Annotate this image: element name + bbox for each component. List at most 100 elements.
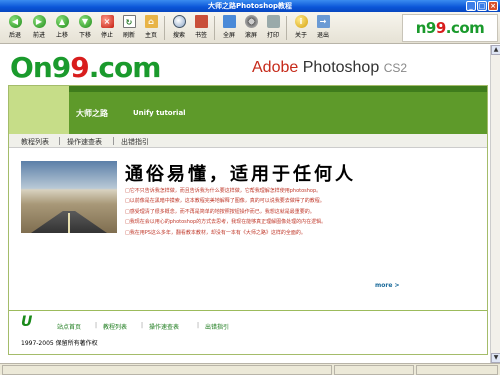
brand-logo[interactable]: n99.com: [402, 14, 498, 42]
about-button[interactable]: i 关于: [290, 14, 312, 42]
refresh-label: 刷新: [122, 32, 135, 39]
up-button[interactable]: ▲ 上移: [51, 14, 73, 42]
fullscreen-icon: [222, 15, 236, 28]
copyright: 1997-2005 保留所有著作权: [21, 340, 98, 347]
window-title: 大师之路Photoshop教程: [207, 2, 293, 10]
home-button[interactable]: ⌂ 主页: [140, 14, 162, 42]
cs2-word: CS2: [383, 61, 408, 75]
footer-separator: |: [95, 322, 98, 329]
back-button[interactable]: ◀ 后退: [4, 14, 26, 42]
banner: On99.com Adobe Photoshop CS2: [0, 45, 490, 89]
close-button[interactable]: ×: [488, 1, 498, 11]
refresh-button[interactable]: ↻ 刷新: [118, 14, 140, 42]
more-link[interactable]: more >: [375, 282, 400, 289]
scroll-icon: [244, 15, 258, 28]
testimonial-list: □它不只告诉我怎样做，而且告诉我为什么要这样做，它帮我理解怎样使用photosh…: [125, 186, 425, 238]
up-label: 上移: [55, 32, 68, 39]
forward-label: 前进: [32, 32, 45, 39]
minimize-button[interactable]: _: [466, 1, 476, 11]
status-cell-main: [2, 365, 332, 375]
fullscreen-button[interactable]: 全屏: [218, 14, 240, 42]
toolbar: ◀ 后退 ▶ 前进 ▲ 上移 ▼ 下移 × 停止 ↻ 刷新 ⌂ 主页 搜索 书签…: [0, 12, 500, 44]
down-button[interactable]: ▼ 下移: [74, 14, 96, 42]
home-label: 主页: [144, 32, 157, 39]
printer-icon: [266, 15, 280, 28]
footer: U 站点首页 | 教程列表 | 操作速查表 | 出错指引 1997-2005 保…: [9, 310, 487, 354]
status-bar: [0, 363, 500, 375]
adobe-photoshop-logo: Adobe Photoshop CS2: [252, 59, 407, 77]
subnav-tutorial-list[interactable]: 教程列表: [21, 137, 49, 147]
toolbar-divider: [214, 16, 215, 40]
subnav-divider: [113, 137, 114, 145]
subnav-error-guide[interactable]: 出错指引: [121, 137, 149, 147]
brand-logo-9: 9: [435, 19, 446, 37]
scroll-up-arrow-icon[interactable]: ▲: [491, 45, 500, 55]
subnav-divider: [59, 137, 60, 145]
about-label: 关于: [294, 32, 307, 39]
back-label: 后退: [8, 32, 21, 39]
header-bar: 大师之路 Unify tutorial: [9, 86, 487, 134]
down-label: 下移: [78, 32, 91, 39]
vertical-scrollbar[interactable]: ▲ ▼: [490, 45, 500, 363]
brand-logo-com: .com: [445, 19, 485, 37]
testimonial-line: □我现在会以用心的photoshop的方式去思考，我现在能够真正理解图像处理的内…: [125, 219, 327, 226]
header-accent: [9, 86, 69, 134]
bookmark-icon: [194, 15, 208, 28]
footer-separator: |: [197, 322, 200, 329]
sub-navigation: 教程列表 操作速查表 出错指引: [9, 134, 487, 148]
scroll-down-arrow-icon[interactable]: ▼: [491, 353, 500, 363]
footer-separator: |: [141, 322, 144, 329]
search-button[interactable]: 搜索: [168, 14, 190, 42]
footer-link-errors[interactable]: 出错指引: [205, 322, 229, 331]
brand-logo-n9: n9: [415, 19, 437, 37]
refresh-icon: ↻: [122, 15, 136, 28]
site-logo-n9: n9: [32, 51, 71, 84]
fullscreen-label: 全屏: [222, 32, 235, 39]
testimonial-line: □以前像是在黑暗中摸索，这本教程完美地解释了图像，真的可以说我要去做得了的教程。: [125, 198, 325, 205]
site-title: 大师之路: [76, 109, 108, 118]
site-logo-o: O: [10, 51, 34, 84]
exit-button[interactable]: → 退出: [312, 14, 334, 42]
toolbar-divider: [286, 16, 287, 40]
photoshop-word: Photoshop: [302, 59, 380, 76]
footer-logo-icon: U: [21, 314, 33, 330]
site-logo-9: 9: [70, 51, 90, 84]
info-icon: i: [294, 15, 308, 28]
window-controls: _ □ ×: [466, 1, 498, 11]
hero-headline: 通俗易懂，适用于任何人: [125, 164, 356, 185]
maximize-button[interactable]: □: [477, 1, 487, 11]
site-logo[interactable]: On99.com: [10, 51, 161, 84]
print-button[interactable]: 打印: [262, 14, 284, 42]
footer-link-tutorials[interactable]: 教程列表: [103, 322, 127, 331]
down-arrow-icon: ▼: [78, 15, 92, 28]
back-arrow-icon: ◀: [8, 15, 22, 28]
scroll-button[interactable]: 滚屏: [240, 14, 262, 42]
stop-label: 停止: [100, 32, 113, 39]
window-titlebar: 大师之路Photoshop教程 _ □ ×: [0, 0, 500, 12]
toolbar-divider: [164, 16, 165, 40]
site-subtitle: Unify tutorial: [133, 109, 186, 117]
search-label: 搜索: [172, 32, 185, 39]
testimonial-line: □感受理清了很多概念，而不再是简单的地按照按钮操作而已，我想这就是最重要的。: [125, 208, 315, 215]
search-icon: [172, 15, 186, 28]
forward-button[interactable]: ▶ 前进: [28, 14, 50, 42]
status-cell: [416, 365, 498, 375]
bookmark-button[interactable]: 书签: [190, 14, 212, 42]
road-photo: [21, 161, 117, 233]
content-frame: 大师之路 Unify tutorial 教程列表 操作速查表 出错指引 通俗易懂…: [8, 85, 488, 355]
exit-label: 退出: [316, 32, 329, 39]
stop-button[interactable]: × 停止: [96, 14, 118, 42]
home-icon: ⌂: [144, 15, 158, 28]
footer-link-home[interactable]: 站点首页: [57, 322, 81, 331]
footer-link-reference[interactable]: 操作速查表: [149, 322, 179, 331]
testimonial-line: □我在用PS这么多年，翻看教本教材，却没有一本有《大师之路》这样的全面的。: [125, 229, 306, 236]
adobe-word: Adobe: [252, 59, 299, 76]
stop-icon: ×: [100, 15, 114, 28]
page-content: On99.com Adobe Photoshop CS2 大师之路 Unify …: [0, 45, 490, 363]
exit-icon: →: [316, 15, 330, 28]
status-cell: [334, 365, 414, 375]
testimonial-line: □它不只告诉我怎样做，而且告诉我为什么要这样做，它帮我理解怎样使用photosh…: [125, 188, 322, 194]
road-centerline: [68, 213, 70, 233]
subnav-quick-reference[interactable]: 操作速查表: [67, 137, 102, 147]
print-label: 打印: [266, 32, 279, 39]
